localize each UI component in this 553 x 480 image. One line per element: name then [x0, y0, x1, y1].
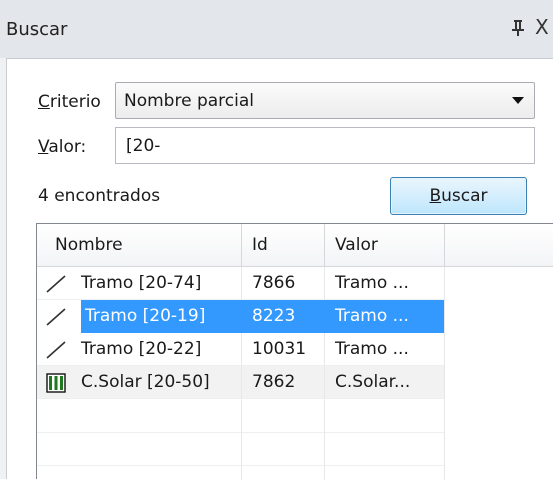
results-table[interactable]: Nombre Id Valor Tramo [20-74] 7866 Tramo…: [36, 223, 553, 480]
table-row-selected[interactable]: Tramo [20-19] 8223 Tramo ...: [37, 300, 445, 333]
panel-title: Buscar: [6, 19, 68, 40]
cell-id: 8223: [242, 300, 325, 333]
cell-nombre: C.Solar [20-50]: [37, 366, 242, 399]
criterio-selected-value: Nombre parcial: [124, 91, 254, 111]
cell-nombre: Tramo [20-22]: [37, 333, 242, 366]
solar-panel-icon: [46, 373, 66, 393]
panel-left-border: [0, 58, 7, 479]
valor-label-accel: V: [38, 137, 49, 157]
criterio-select[interactable]: Nombre parcial: [115, 82, 535, 119]
cell-nombre: Tramo [20-74]: [37, 267, 242, 300]
column-divider: [241, 399, 242, 480]
column-divider: [324, 399, 325, 480]
table-row[interactable]: Tramo [20-22] 10031 Tramo ...: [37, 333, 445, 366]
criterio-label: Criterio: [38, 92, 101, 112]
pin-icon[interactable]: [511, 19, 525, 37]
cell-valor: Tramo ...: [325, 300, 445, 333]
cell-id: 7866: [242, 267, 325, 300]
table-header: Nombre Id Valor: [37, 224, 553, 267]
valor-label-rest: alor:: [48, 137, 87, 157]
column-header-valor[interactable]: Valor: [325, 224, 445, 266]
cell-nombre: Tramo [20-19]: [81, 300, 242, 333]
criterio-label-rest: riterio: [49, 92, 101, 112]
column-header-filler: [445, 224, 553, 266]
column-divider: [444, 267, 445, 480]
line-segment-icon: [46, 308, 66, 326]
close-icon[interactable]: X: [535, 15, 549, 39]
cell-valor: Tramo ...: [325, 267, 445, 300]
buscar-button-rest: uscar: [441, 186, 488, 206]
dropdown-arrow-icon[interactable]: [512, 97, 524, 104]
cell-id: 10031: [242, 333, 325, 366]
valor-input-value: [20-: [126, 136, 161, 156]
line-segment-icon: [46, 275, 66, 293]
valor-label: Valor:: [38, 137, 86, 157]
column-header-id[interactable]: Id: [242, 224, 325, 266]
column-header-nombre[interactable]: Nombre: [37, 224, 242, 266]
results-count: 4 encontrados: [38, 186, 161, 206]
table-row[interactable]: C.Solar [20-50] 7862 C.Solar...: [37, 366, 445, 399]
cell-valor: C.Solar...: [325, 366, 445, 399]
cell-id: 7862: [242, 366, 325, 399]
buscar-button[interactable]: Buscar: [390, 177, 527, 215]
table-row[interactable]: Tramo [20-74] 7866 Tramo ...: [37, 267, 445, 300]
criterio-label-accel: C: [38, 92, 50, 112]
cell-valor: Tramo ...: [325, 333, 445, 366]
buscar-button-accel: B: [429, 186, 442, 206]
panel-titlebar: Buscar X: [0, 0, 553, 59]
line-segment-icon: [46, 341, 66, 359]
buscar-panel: Buscar X Criterio Nombre parcial Valor: …: [0, 0, 553, 480]
valor-input[interactable]: [20-: [115, 127, 535, 164]
